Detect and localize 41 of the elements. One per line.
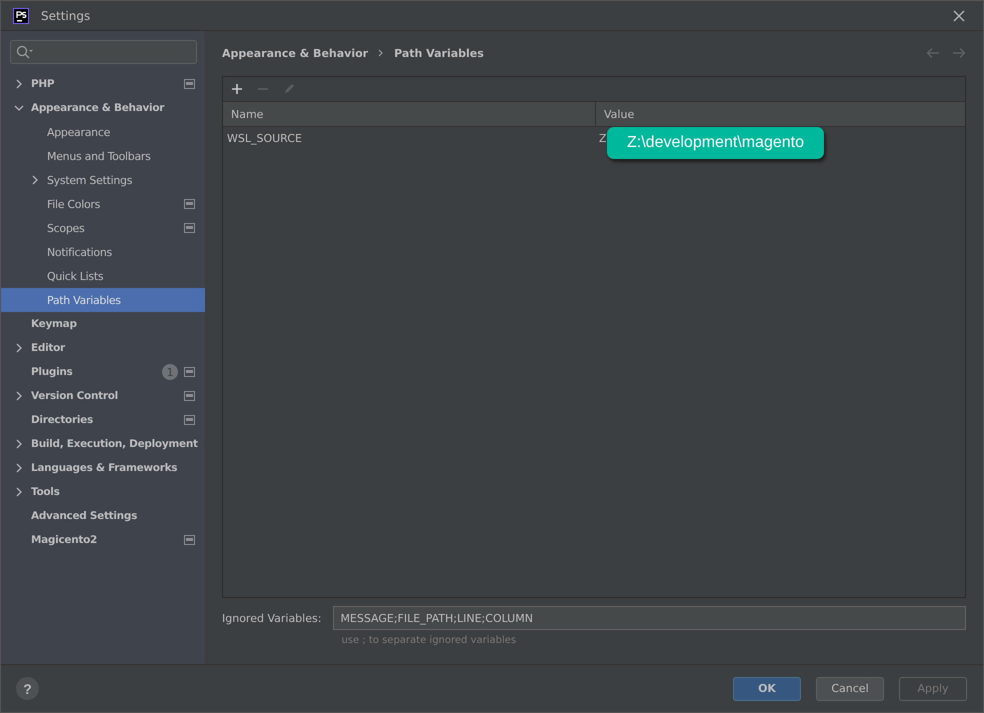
dialog-button[interactable]: OK — [733, 676, 801, 700]
sidebar-item[interactable]: Scopes — [1, 216, 205, 240]
sidebar-item[interactable]: Tools — [1, 480, 205, 504]
sidebar-item[interactable]: Build, Execution, Deployment — [1, 432, 205, 456]
sidebar-item[interactable]: PHP — [1, 72, 205, 96]
hint-text: use ; to separate ignored variables — [341, 635, 518, 646]
table-cell-text: WSL_SOURCE — [226, 130, 303, 147]
sidebar-item[interactable]: Keymap — [1, 312, 205, 336]
column-header[interactable]: Value — [596, 102, 965, 126]
sidebar-item[interactable]: Menus and Toolbars — [1, 144, 205, 168]
sidebar-item[interactable]: Languages & Frameworks — [1, 456, 205, 480]
window-title: Settings — [41, 8, 90, 22]
chevron-right-icon — [378, 49, 384, 57]
sidebar-item[interactable]: Appearance & Behavior — [1, 96, 205, 120]
close-icon[interactable] — [953, 10, 965, 22]
breadcrumb-item[interactable]: Appearance & Behavior — [222, 46, 368, 60]
forward-arrow-icon — [952, 47, 966, 59]
table-cell: Z — [599, 132, 607, 144]
sidebar-item[interactable]: System Settings — [1, 168, 205, 192]
search-icon — [16, 45, 33, 59]
sidebar-item[interactable]: Appearance — [1, 120, 205, 144]
sidebar-item[interactable]: Quick Lists — [1, 264, 205, 288]
breadcrumb-item[interactable]: Path Variables — [394, 46, 484, 60]
column-header[interactable]: Name — [223, 102, 596, 126]
plus-icon[interactable] — [231, 83, 243, 95]
sidebar-item[interactable]: Version Control — [1, 384, 205, 408]
help-button[interactable]: ? — [16, 677, 39, 700]
sidebar-item[interactable]: Magicento2 — [1, 528, 205, 552]
tooltip: Z:\development\magento — [607, 127, 824, 159]
sidebar-item[interactable]: Advanced Settings — [1, 504, 205, 528]
input-field[interactable]: MESSAGE;FILE_PATH;LINE;COLUMN — [333, 606, 966, 630]
sidebar-item[interactable]: File Colors — [1, 192, 205, 216]
field-label: Ignored Variables: — [222, 610, 322, 626]
search-field[interactable] — [10, 40, 197, 64]
sidebar-item[interactable]: Notifications — [1, 240, 205, 264]
sidebar-item[interactable]: Editor — [1, 336, 205, 360]
dialog-button[interactable]: Cancel — [816, 676, 884, 700]
sidebar-item[interactable]: Path Variables — [1, 288, 205, 312]
back-arrow-icon — [926, 47, 940, 59]
app-logo-icon — [13, 8, 29, 24]
sidebar-item[interactable]: Directories — [1, 408, 205, 432]
